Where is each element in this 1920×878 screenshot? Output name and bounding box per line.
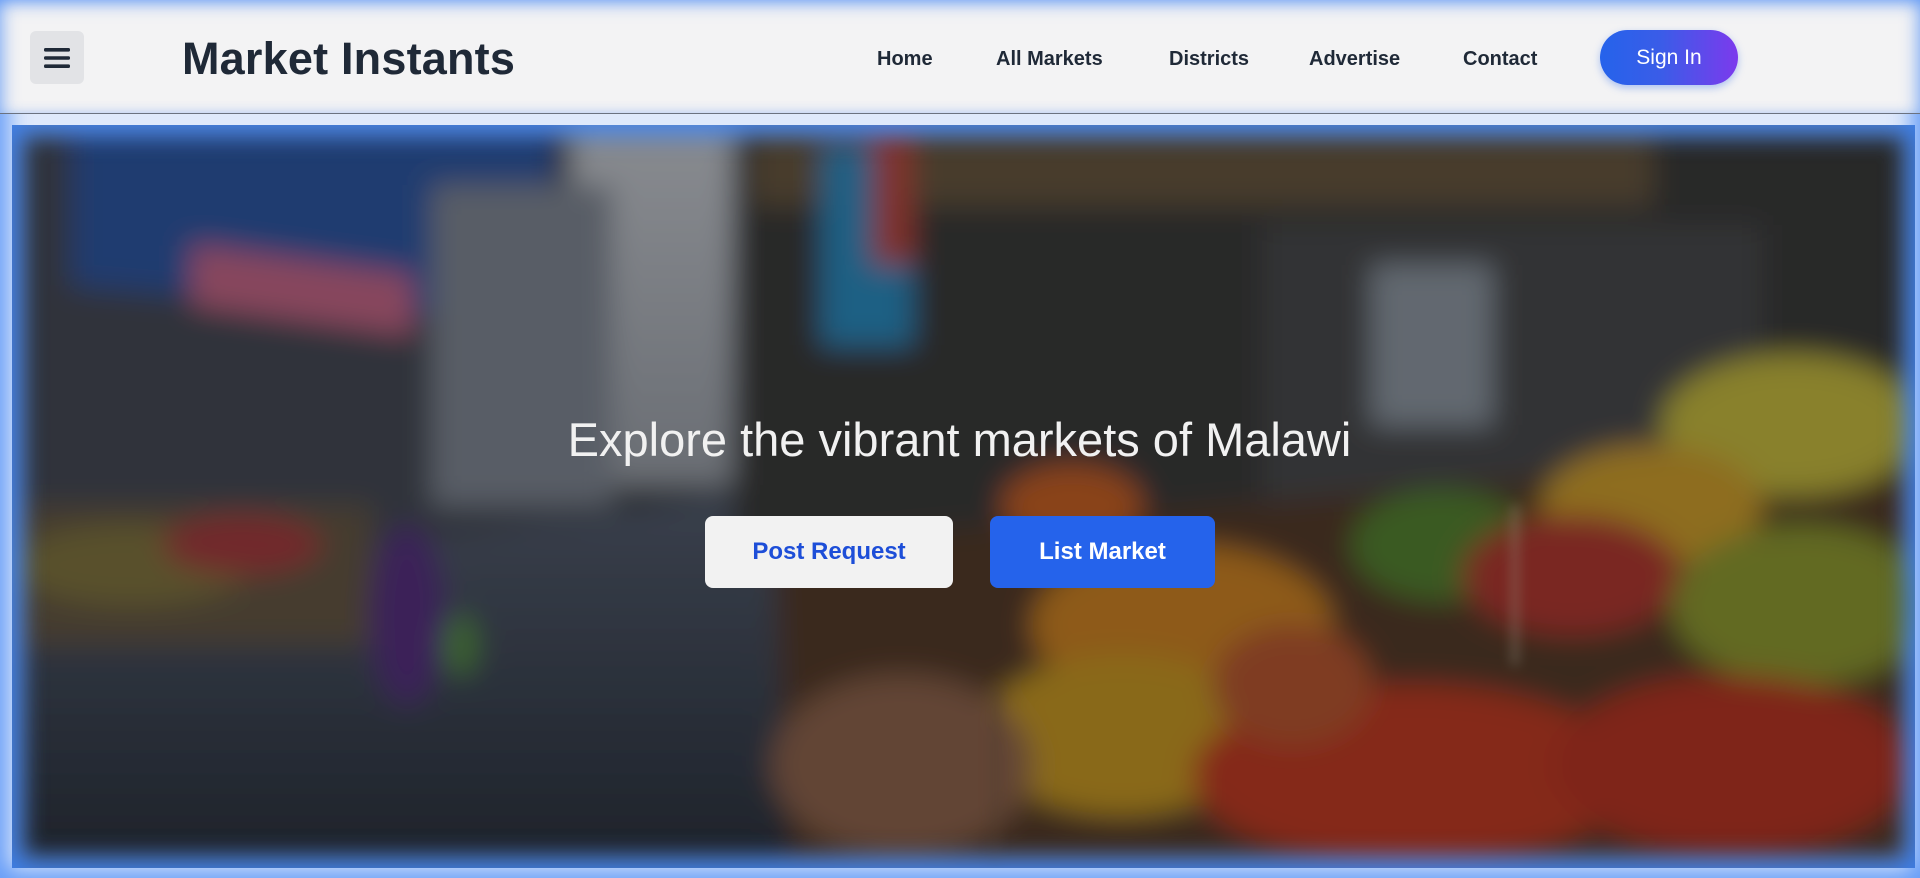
hero-overlay	[12, 125, 1915, 868]
nav-districts[interactable]: Districts	[1169, 42, 1249, 76]
nav-home[interactable]: Home	[877, 42, 933, 76]
nav-all-markets[interactable]: All Markets	[996, 42, 1103, 76]
sign-in-button[interactable]: Sign In	[1600, 30, 1738, 85]
menu-button[interactable]	[30, 31, 84, 84]
post-request-button[interactable]: Post Request	[705, 516, 953, 588]
list-market-button[interactable]: List Market	[990, 516, 1215, 588]
brand-logo-text[interactable]: Market Instants	[182, 30, 515, 88]
nav-advertise[interactable]: Advertise	[1309, 42, 1400, 76]
page-frame: Market Instants Home All Markets Distric…	[0, 0, 1920, 878]
hero-section	[12, 125, 1915, 868]
hamburger-menu-icon	[44, 47, 70, 68]
site-header: Market Instants Home All Markets Distric…	[0, 0, 1920, 114]
nav-contact[interactable]: Contact	[1463, 42, 1537, 76]
